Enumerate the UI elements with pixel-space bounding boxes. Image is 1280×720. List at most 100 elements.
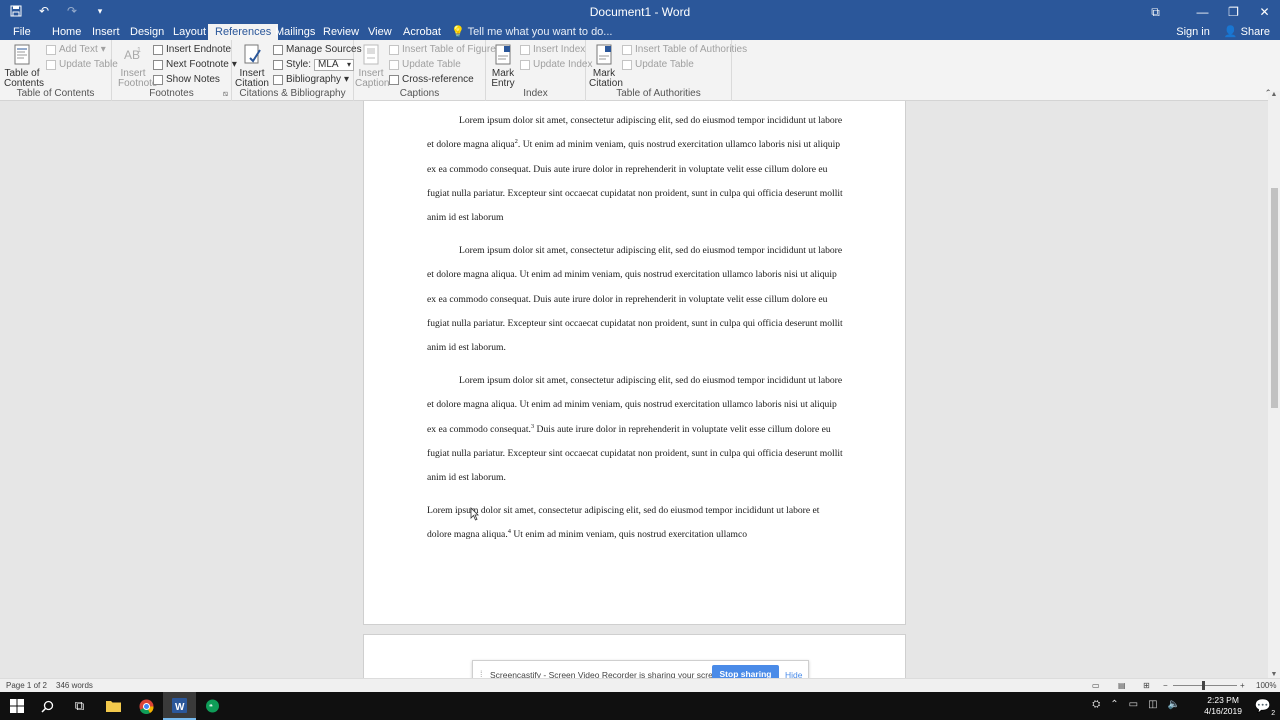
insert-index-button[interactable]: Insert Index xyxy=(520,44,585,56)
ribbon-display-options-icon[interactable]: ⧉ xyxy=(1140,0,1171,24)
bibliography-button[interactable]: Bibliography ▾ xyxy=(273,74,349,86)
group-citations-bibliography: Insert Citation Manage Sources Style: ML… xyxy=(232,40,362,101)
person-tray-icon[interactable]: ⛭ xyxy=(1092,699,1100,710)
next-footnote-button[interactable]: Next Footnote ▾ xyxy=(153,59,237,71)
update-figures-table-button[interactable]: Update Table xyxy=(389,59,461,71)
vertical-scrollbar[interactable]: ▲ ▼ xyxy=(1268,91,1280,678)
dialog-launcher-icon[interactable]: ⧅ xyxy=(223,89,228,99)
ribbon: Table of Contents Add Text ▾ Update Tabl… xyxy=(0,40,1280,101)
insert-footnote-button[interactable]: AB 1 Insert Footnote xyxy=(118,44,157,89)
customize-qat-icon[interactable]: ▾ xyxy=(92,3,108,19)
insert-toa-label: Insert Table of Authorities xyxy=(635,44,748,55)
paragraph[interactable]: Lorem ipsum dolor sit amet, consectetur … xyxy=(427,239,847,360)
svg-text:W: W xyxy=(175,702,185,713)
network-icon[interactable]: ◫ xyxy=(1148,699,1157,710)
style-selector: Style: MLA xyxy=(273,59,355,71)
cross-reference-button[interactable]: Cross-reference xyxy=(389,74,474,86)
show-hidden-icons-icon[interactable]: ⌃ xyxy=(1110,699,1118,710)
hangouts-icon[interactable]: ❝ xyxy=(196,692,229,720)
mark-entry-button[interactable]: Mark Entry xyxy=(489,44,517,89)
undo-icon[interactable]: ↶ xyxy=(36,3,52,19)
tab-home[interactable]: Home xyxy=(45,24,88,40)
document-area[interactable]: Lorem ipsum dolor sit amet, consectetur … xyxy=(0,101,1268,678)
zoom-slider[interactable] xyxy=(1173,685,1237,686)
update-toa-label: Update Table xyxy=(635,59,694,70)
update-index-button[interactable]: Update Index xyxy=(520,59,593,71)
status-bar: Page 1 of 2 346 words ▭ ▤ ⊞ − + 100% xyxy=(0,678,1280,692)
close-icon[interactable]: ✕ xyxy=(1249,0,1280,24)
paragraph[interactable]: Lorem ipsum dolor sit amet, consectetur … xyxy=(427,369,847,490)
cross-reference-label: Cross-reference xyxy=(402,74,474,85)
show-notes-button[interactable]: Show Notes xyxy=(153,74,220,86)
mark-entry-icon xyxy=(495,44,511,65)
notifications-icon[interactable]: 💬 2 xyxy=(1246,692,1280,720)
add-text-button[interactable]: Add Text ▾ xyxy=(46,44,106,56)
tab-layout[interactable]: Layout xyxy=(166,24,213,40)
insert-table-of-figures-button[interactable]: Insert Table of Figures xyxy=(389,44,501,56)
task-view-icon[interactable]: ⧉ xyxy=(63,692,96,720)
tab-design[interactable]: Design xyxy=(123,24,171,40)
show-notes-label: Show Notes xyxy=(166,74,220,85)
zoom-out-icon[interactable]: − xyxy=(1163,681,1168,690)
paragraph[interactable]: Lorem ipsum dolor sit amet, consectetur … xyxy=(427,109,847,230)
insert-endnote-button[interactable]: Insert Endnote xyxy=(153,44,231,56)
title-bar: ↶ ↷ ▾ Document1 - Word ⧉ — ❐ ✕ xyxy=(0,0,1280,24)
tab-review[interactable]: Review xyxy=(316,24,366,40)
redo-icon[interactable]: ↷ xyxy=(64,3,80,19)
sign-in-link[interactable]: Sign in xyxy=(1176,24,1210,40)
tab-insert[interactable]: Insert xyxy=(85,24,127,40)
file-explorer-icon[interactable] xyxy=(97,692,130,720)
clock[interactable]: 2:23 PM 4/16/2019 xyxy=(1204,695,1242,717)
minimize-icon[interactable]: — xyxy=(1187,0,1218,24)
insert-index-label: Insert Index xyxy=(533,44,586,55)
tell-me-box[interactable]: 💡 Tell me what you want to do... xyxy=(451,24,612,40)
insert-caption-label: Insert Caption xyxy=(355,68,390,89)
print-layout-icon[interactable]: ▤ xyxy=(1118,681,1126,690)
insert-caption-icon xyxy=(363,44,379,65)
scroll-up-icon[interactable]: ▲ xyxy=(1268,91,1280,98)
windows-start-icon[interactable] xyxy=(0,692,33,720)
style-dropdown[interactable]: MLA xyxy=(314,59,355,71)
tab-file[interactable]: File xyxy=(6,24,38,40)
endnote-icon xyxy=(153,45,163,55)
footnote-icon: AB1 xyxy=(124,47,141,62)
word-count[interactable]: 346 words xyxy=(56,681,93,690)
search-icon[interactable] xyxy=(31,692,64,720)
paragraph[interactable]: Lorem ipsum dolor sit amet, consectetur … xyxy=(427,499,829,548)
tab-mailings[interactable]: Mailings xyxy=(268,24,322,40)
manage-sources-label: Manage Sources xyxy=(286,44,362,55)
mark-citation-button[interactable]: Mark Citation xyxy=(589,44,623,89)
zoom-level[interactable]: 100% xyxy=(1256,681,1276,690)
update-toa-button[interactable]: Update Table xyxy=(622,59,694,71)
power-icon[interactable]: ▭ xyxy=(1129,699,1138,710)
chrome-icon[interactable] xyxy=(130,692,163,720)
insert-index-icon xyxy=(520,45,530,55)
web-layout-icon[interactable]: ⊞ xyxy=(1143,681,1150,690)
restore-icon[interactable]: ❐ xyxy=(1218,0,1249,24)
next-footnote-icon xyxy=(153,60,163,70)
update-index-icon xyxy=(520,60,530,70)
scrollbar-thumb[interactable] xyxy=(1271,188,1278,408)
share-button[interactable]: 👤 Share xyxy=(1224,24,1270,40)
page-count[interactable]: Page 1 of 2 xyxy=(6,681,47,690)
tab-acrobat[interactable]: Acrobat xyxy=(396,24,448,40)
paragraph-text: . Ut enim ad minim veniam, quis nostrud … xyxy=(427,139,843,224)
scroll-down-icon[interactable]: ▼ xyxy=(1268,671,1280,678)
volume-icon[interactable]: 🔈 xyxy=(1168,699,1180,710)
word-app-icon[interactable]: W xyxy=(163,692,196,720)
read-mode-icon[interactable]: ▭ xyxy=(1092,681,1100,690)
mark-entry-label: Mark Entry xyxy=(491,68,515,89)
insert-citation-button[interactable]: Insert Citation xyxy=(234,44,270,89)
document-page[interactable]: Lorem ipsum dolor sit amet, consectetur … xyxy=(363,101,906,625)
zoom-in-icon[interactable]: + xyxy=(1240,681,1245,690)
zoom-slider-handle[interactable] xyxy=(1202,681,1205,690)
insert-caption-button[interactable]: Insert Caption xyxy=(355,44,390,89)
tab-view[interactable]: View xyxy=(361,24,399,40)
table-of-contents-button[interactable]: Table of Contents xyxy=(4,44,44,89)
group-index: Mark Entry Insert Index Update Index Ind… xyxy=(486,40,593,101)
manage-sources-button[interactable]: Manage Sources xyxy=(273,44,362,56)
insert-toa-button[interactable]: Insert Table of Authorities xyxy=(622,44,747,56)
group-label-toa: Table of Authorities xyxy=(616,88,701,99)
save-icon[interactable] xyxy=(8,3,24,19)
update-toc-button[interactable]: Update Table xyxy=(46,59,118,71)
